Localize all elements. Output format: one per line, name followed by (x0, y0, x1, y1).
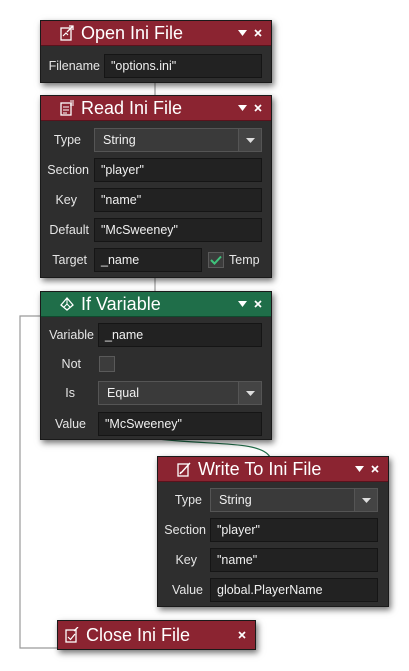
value-label: Value (54, 417, 86, 431)
temp-checkbox[interactable] (208, 252, 224, 268)
key-label: Key (175, 553, 197, 567)
type-label: Type (53, 133, 81, 147)
target-field[interactable]: _name (94, 248, 202, 272)
default-label: Default (49, 223, 89, 237)
chevron-down-icon[interactable] (354, 489, 377, 511)
close-icon[interactable] (370, 464, 380, 474)
type-dropdown[interactable]: String (210, 488, 378, 512)
is-dropdown[interactable]: Equal (98, 381, 262, 405)
type-selected: String (103, 133, 136, 147)
target-label: Target (52, 253, 87, 267)
read-file-icon (59, 99, 77, 117)
key-field[interactable]: "name" (210, 548, 378, 572)
collapse-icon[interactable] (237, 103, 247, 113)
write-ini-file-block[interactable]: Write To Ini File Type String Section "p… (157, 456, 389, 607)
type-dropdown[interactable]: String (94, 128, 262, 152)
section-field[interactable]: "player" (210, 518, 378, 542)
close-icon[interactable] (253, 28, 263, 38)
block-title: Open Ini File (81, 23, 184, 43)
section-label: Section (164, 523, 206, 537)
close-file-icon (64, 626, 82, 644)
write-file-icon (176, 460, 194, 478)
close-icon[interactable] (237, 630, 247, 640)
close-ini-file-block[interactable]: Close Ini File (57, 620, 256, 650)
write-ini-file-header[interactable]: Write To Ini File (158, 457, 388, 482)
close-ini-file-header[interactable]: Close Ini File (58, 621, 255, 649)
variable-label: Variable (49, 328, 94, 342)
is-selected: Equal (107, 386, 139, 400)
section-field[interactable]: "player" (94, 158, 262, 182)
block-title: If Variable (81, 294, 161, 314)
key-label: Key (55, 193, 77, 207)
value-field[interactable]: global.PlayerName (210, 578, 378, 602)
type-selected: String (219, 493, 252, 507)
read-ini-file-header[interactable]: Read Ini File (41, 96, 271, 121)
if-variable-block[interactable]: If Variable Variable _name Not Is Equal … (40, 291, 272, 440)
close-icon[interactable] (253, 103, 263, 113)
filename-field[interactable]: "options.ini" (104, 54, 262, 78)
close-icon[interactable] (253, 299, 263, 309)
value-field[interactable]: "McSweeney" (98, 412, 262, 436)
collapse-icon[interactable] (354, 464, 364, 474)
if-variable-header[interactable]: If Variable (41, 292, 271, 317)
chevron-down-icon[interactable] (238, 129, 261, 151)
section-label: Section (47, 163, 89, 177)
not-checkbox[interactable] (99, 356, 115, 372)
block-title: Write To Ini File (198, 459, 322, 479)
variable-field[interactable]: _name (98, 323, 262, 347)
read-ini-file-block[interactable]: Read Ini File Type String Section "playe… (40, 95, 272, 278)
type-label: Type (174, 493, 202, 507)
block-title: Read Ini File (81, 98, 183, 118)
not-label: Not (61, 357, 81, 371)
temp-label: Temp (229, 253, 260, 267)
collapse-icon[interactable] (237, 28, 247, 38)
block-title: Close Ini File (86, 625, 191, 645)
key-field[interactable]: "name" (94, 188, 262, 212)
open-file-icon (59, 24, 77, 42)
value-label: Value (171, 583, 203, 597)
open-ini-file-header[interactable]: Open Ini File (41, 21, 271, 46)
branch-icon (59, 295, 77, 313)
checkmark-icon (210, 255, 222, 265)
collapse-icon[interactable] (237, 299, 247, 309)
default-field[interactable]: "McSweeney" (94, 218, 262, 242)
is-label: Is (65, 386, 75, 400)
open-ini-file-block[interactable]: Open Ini File Filename "options.ini" (40, 20, 272, 83)
filename-label: Filename (48, 59, 100, 73)
chevron-down-icon[interactable] (238, 382, 261, 404)
